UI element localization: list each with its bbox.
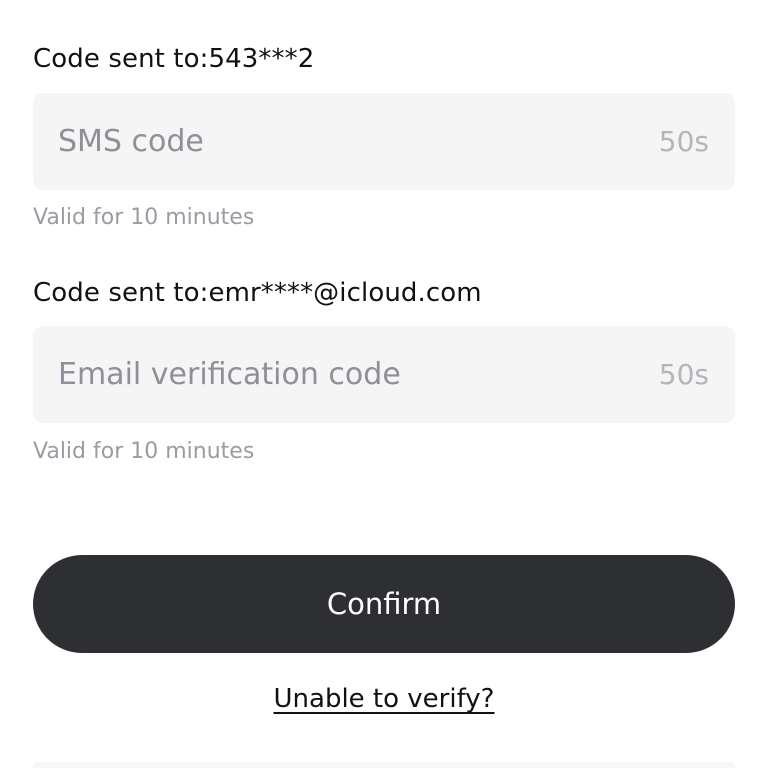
sms-sent-label: Code sent to:543***2 (33, 44, 315, 74)
unable-to-verify-link[interactable]: Unable to verify? (274, 684, 495, 714)
sms-resend-countdown[interactable]: 50s (659, 93, 709, 190)
unable-to-verify-row: Unable to verify? (0, 684, 768, 714)
sms-code-field[interactable]: 50s (33, 93, 735, 190)
sms-valid-note: Valid for 10 minutes (33, 205, 255, 230)
sms-code-input[interactable] (33, 93, 593, 190)
email-code-input[interactable] (33, 326, 593, 423)
email-code-field[interactable]: 50s (33, 326, 735, 423)
verification-page: Code sent to:543***2 50s Valid for 10 mi… (0, 0, 768, 768)
bottom-divider (33, 762, 735, 768)
email-sent-label: Code sent to:emr****@icloud.com (33, 278, 482, 308)
email-valid-note: Valid for 10 minutes (33, 439, 255, 464)
confirm-button[interactable]: Confirm (33, 555, 735, 653)
email-resend-countdown[interactable]: 50s (659, 326, 709, 423)
